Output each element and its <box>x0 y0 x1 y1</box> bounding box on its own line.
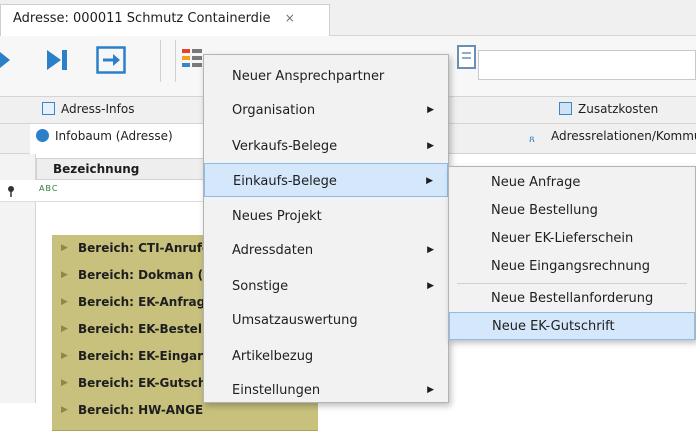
einkaufs-belege-submenu: Neue Anfrage Neue Bestellung Neuer EK-Li… <box>448 166 696 340</box>
submenu-item-neue-bestellung[interactable]: Neue Bestellung <box>449 197 695 225</box>
menu-item-sonstige[interactable]: Sonstige ▶ <box>204 269 448 303</box>
toolbar-divider <box>175 40 176 82</box>
submenu-arrow-icon: ▶ <box>427 245 434 255</box>
menu-item-neues-projekt[interactable]: Neues Projekt <box>204 199 448 233</box>
submenu-item-neue-eingangsrechnung[interactable]: Neue Eingangsrechnung <box>449 253 695 281</box>
tab-adressrelationen[interactable]: ጸ Adressrelationen/Kommun <box>523 124 696 158</box>
document-tab-title: Adresse: 000011 Schmutz Containerdie <box>13 11 271 26</box>
menu-item-einstellungen[interactable]: Einstellungen ▶ <box>204 373 448 407</box>
submenu-separator <box>457 283 687 284</box>
submenu-arrow-icon: ▶ <box>427 385 434 395</box>
info-icon <box>36 129 49 142</box>
close-tab-icon[interactable]: × <box>285 11 295 25</box>
expand-icon[interactable]: ▶ <box>61 297 68 307</box>
expand-icon[interactable]: ▶ <box>61 378 68 388</box>
submenu-arrow-icon: ▶ <box>427 281 434 291</box>
exit-icon[interactable] <box>96 46 126 74</box>
tab-zusatzkosten-label: Zusatzkosten <box>578 102 659 116</box>
submenu-arrow-icon: ▶ <box>427 141 434 151</box>
tab-infobaum[interactable]: Infobaum (Adresse) <box>30 124 213 158</box>
pin-icon[interactable] <box>6 185 16 197</box>
menu-item-adressdaten[interactable]: Adressdaten ▶ <box>204 233 448 267</box>
toolbar-divider <box>160 40 161 82</box>
submenu-arrow-icon: ▶ <box>427 105 434 115</box>
expand-icon[interactable]: ▶ <box>61 324 68 334</box>
list-icon[interactable] <box>180 46 204 74</box>
play-next-icon[interactable] <box>0 49 14 71</box>
expand-icon[interactable]: ▶ <box>61 270 68 280</box>
menu-item-neuer-ansprechpartner[interactable]: Neuer Ansprechpartner <box>204 59 448 93</box>
submenu-item-neue-bestellanforderung[interactable]: Neue Bestellanforderung <box>449 285 695 313</box>
document-tab[interactable]: Adresse: 000011 Schmutz Containerdie × <box>0 4 330 36</box>
submenu-item-neue-anfrage[interactable]: Neue Anfrage <box>449 169 695 197</box>
menu-item-verkaufs-belege[interactable]: Verkaufs-Belege ▶ <box>204 129 448 163</box>
tab-adressrelationen-label: Adressrelationen/Kommun <box>551 129 696 143</box>
info-card-icon <box>42 102 55 115</box>
text-filter-icon[interactable]: ABC <box>39 184 58 193</box>
submenu-item-neuer-ek-lieferschein[interactable]: Neuer EK-Lieferschein <box>449 225 695 253</box>
tab-adress-infos-label: Adress-Infos <box>61 102 135 116</box>
people-icon: ጸ <box>529 134 535 145</box>
column-header-label: Bezeichnung <box>53 162 140 176</box>
search-input[interactable] <box>478 50 696 80</box>
table-icon <box>559 102 572 115</box>
expand-icon[interactable]: ▶ <box>61 405 68 415</box>
menu-item-umsatzauswertung[interactable]: Umsatzauswertung <box>204 303 448 337</box>
skip-end-icon[interactable] <box>44 47 70 73</box>
document-icon[interactable] <box>455 44 479 70</box>
submenu-item-neue-ek-gutschrift[interactable]: Neue EK-Gutschrift <box>449 312 695 340</box>
context-menu: Neuer Ansprechpartner Organisation ▶ Verk… <box>203 54 449 403</box>
expand-icon[interactable]: ▶ <box>61 243 68 253</box>
menu-item-einkaufs-belege[interactable]: Einkaufs-Belege ▶ <box>204 163 448 197</box>
menu-item-artikelbezug[interactable]: Artikelbezug <box>204 339 448 373</box>
submenu-arrow-icon: ▶ <box>426 176 433 186</box>
expand-icon[interactable]: ▶ <box>61 351 68 361</box>
tab-infobaum-label: Infobaum (Adresse) <box>55 129 173 143</box>
menu-item-organisation[interactable]: Organisation ▶ <box>204 93 448 127</box>
